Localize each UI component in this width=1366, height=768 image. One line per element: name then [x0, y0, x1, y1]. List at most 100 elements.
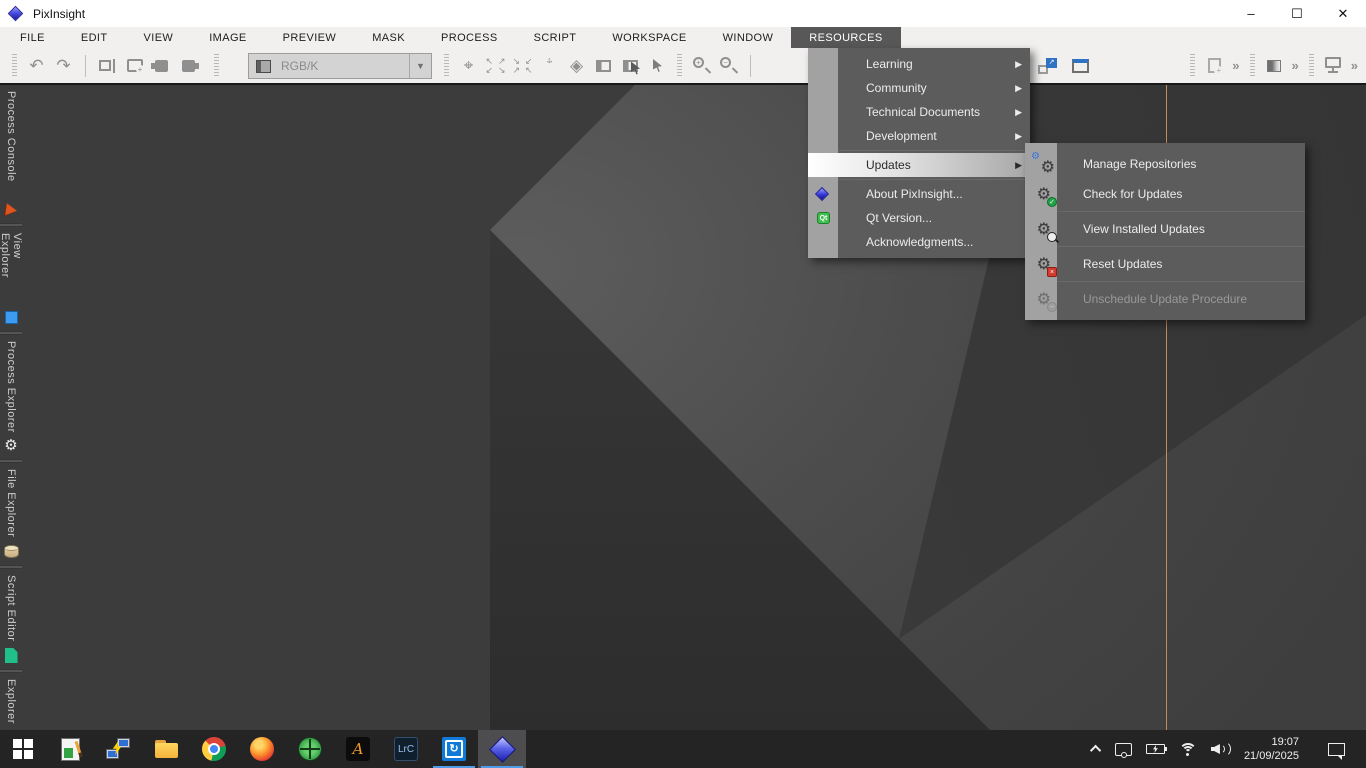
new-window-icon[interactable]: +	[121, 53, 148, 79]
taskbar-app-file-explorer[interactable]	[142, 730, 190, 768]
taskbar-app-remote-desktop[interactable]	[94, 730, 142, 768]
zoom-in-icon[interactable]: +	[688, 53, 715, 79]
astro-app-icon: A	[346, 737, 370, 761]
toolbar-grip[interactable]	[444, 54, 449, 78]
menu-item-label: Technical Documents	[866, 105, 980, 119]
dock-tab-process-console[interactable]: Process Console	[0, 85, 22, 223]
start-button[interactable]	[0, 730, 46, 768]
menu-item-development[interactable]: Development ▶	[808, 124, 1030, 148]
menubar-item-view[interactable]: VIEW	[126, 27, 192, 48]
menu-item-qt-version[interactable]: Qt Qt Version...	[808, 206, 1030, 230]
dock-tab-script-editor[interactable]: Script Editor	[0, 569, 22, 669]
zoom-to-fit-icon[interactable]: ↖↗ ↙↘	[482, 53, 509, 79]
menu-item-community[interactable]: Community ▶	[808, 76, 1030, 100]
unschedule-update-icon: ⚙ −	[1031, 287, 1055, 311]
duplicate-image-left-icon[interactable]	[148, 53, 175, 79]
menubar-item-script[interactable]: SCRIPT	[516, 27, 595, 48]
undo-icon[interactable]: ↶	[23, 53, 50, 79]
center-view-icon[interactable]: ◈	[563, 53, 590, 79]
toolbar-grip[interactable]	[214, 54, 219, 78]
mask-toolbar-icon[interactable]	[1261, 53, 1288, 79]
taskbar-app-firefox[interactable]	[238, 730, 286, 768]
new-instance-icon[interactable]: +	[1201, 53, 1228, 79]
menu-item-reset-updates[interactable]: ⚙ × Reset Updates	[1025, 249, 1305, 279]
menubar-item-mask[interactable]: MASK	[354, 27, 423, 48]
combobox-dropdown-icon[interactable]: ▼	[409, 54, 431, 78]
menubar-item-file[interactable]: FILE	[2, 27, 63, 48]
toolbar-grip[interactable]	[1190, 54, 1195, 78]
pointer-tool-icon[interactable]	[644, 53, 671, 79]
menu-item-acknowledgments[interactable]: Acknowledgments...	[808, 230, 1030, 254]
display-capture-icon[interactable]	[1108, 730, 1139, 768]
image-readout-icon[interactable]	[617, 53, 644, 79]
window-controls: – ☐ ✕	[1228, 0, 1366, 27]
duplicate-image-right-icon[interactable]	[175, 53, 202, 79]
pixinsight-taskbar-icon	[489, 736, 516, 763]
chrome-icon	[202, 737, 226, 761]
toolbar-overflow-chevron[interactable]: »	[1228, 58, 1243, 73]
menu-item-technical-documents[interactable]: Technical Documents ▶	[808, 100, 1030, 124]
menubar-item-edit[interactable]: EDIT	[63, 27, 126, 48]
taskbar-app-phd2[interactable]	[286, 730, 334, 768]
taskbar-app-astro[interactable]: A	[334, 730, 382, 768]
display-toolbar-icon[interactable]	[1320, 53, 1347, 79]
sync-app-icon: ↻	[442, 737, 466, 761]
close-button[interactable]: ✕	[1320, 0, 1366, 27]
menu-item-check-for-updates[interactable]: ⚙ ✓ Check for Updates	[1025, 179, 1305, 209]
dock-tab-label: Script Editor	[5, 569, 17, 645]
menubar-item-window[interactable]: WINDOW	[705, 27, 792, 48]
hidden-icons-chevron[interactable]	[1086, 730, 1108, 768]
menu-separator	[1057, 211, 1305, 212]
toolbar-overflow-chevron[interactable]: »	[1347, 58, 1362, 73]
taskbar-app-chrome[interactable]	[190, 730, 238, 768]
taskbar-app-lightroom[interactable]: LrC	[382, 730, 430, 768]
shrink-to-fit-icon[interactable]: ↘↙ ↗↖	[509, 53, 536, 79]
dock-separator	[0, 332, 22, 334]
fit-window-icon[interactable]	[1067, 53, 1094, 79]
dock-tab-process-explorer[interactable]: Process Explorer ⚙	[0, 335, 22, 459]
menu-item-label: View Installed Updates	[1083, 222, 1205, 236]
volume-icon[interactable]	[1204, 730, 1236, 768]
wifi-icon[interactable]	[1172, 730, 1204, 768]
menu-item-learning[interactable]: Learning ▶	[808, 52, 1030, 76]
restore-windows-icon[interactable]: ↗	[1034, 53, 1061, 79]
toolbar-grip[interactable]	[1309, 54, 1314, 78]
firefox-icon	[250, 737, 274, 761]
menubar-item-workspace[interactable]: WORKSPACE	[594, 27, 704, 48]
clock-date: 21/09/2025	[1244, 749, 1299, 763]
toolbar-grip[interactable]	[1250, 54, 1255, 78]
dock-tab-file-explorer[interactable]: File Explorer	[0, 463, 22, 565]
menu-item-unschedule-update-procedure: ⚙ − Unschedule Update Procedure	[1025, 284, 1305, 314]
redo-icon[interactable]: ↷	[50, 53, 77, 79]
toolbar-overflow-chevron[interactable]: »	[1288, 58, 1303, 73]
rename-view-icon[interactable]	[94, 53, 121, 79]
toolbar-grip[interactable]	[677, 54, 682, 78]
toolbar-grip[interactable]	[12, 54, 17, 78]
taskbar-app-notepad[interactable]	[46, 730, 94, 768]
pan-mode-icon[interactable]: ↔↕	[536, 53, 563, 79]
dock-tab-label: Explorer	[5, 673, 17, 730]
menubar-item-image[interactable]: IMAGE	[191, 27, 264, 48]
image-mode-icon[interactable]	[590, 53, 617, 79]
menu-item-manage-repositories[interactable]: ⚙⚙ Manage Repositories	[1025, 149, 1305, 179]
view-selector-combobox[interactable]: RGB/K ▼	[248, 53, 432, 79]
menu-item-updates[interactable]: Updates ▶	[808, 153, 1030, 177]
track-view-icon[interactable]: ⌖	[455, 53, 482, 79]
taskbar-app-pixinsight[interactable]	[478, 730, 526, 768]
taskbar-clock[interactable]: 19:07 21/09/2025	[1236, 730, 1307, 768]
dock-tab-view-explorer[interactable]: View Explorer	[0, 227, 22, 331]
menubar-item-preview[interactable]: PREVIEW	[265, 27, 355, 48]
menubar-item-resources[interactable]: RESOURCES	[791, 27, 900, 48]
system-tray: 19:07 21/09/2025	[1086, 730, 1366, 768]
taskbar-app-sync[interactable]: ↻	[430, 730, 478, 768]
maximize-button[interactable]: ☐	[1274, 0, 1320, 27]
battery-icon[interactable]	[1139, 730, 1172, 768]
dock-tab-explorer[interactable]: Explorer	[0, 673, 22, 730]
minimize-button[interactable]: –	[1228, 0, 1274, 27]
menubar-item-process[interactable]: PROCESS	[423, 27, 516, 48]
menu-item-about-pixinsight[interactable]: About PixInsight...	[808, 182, 1030, 206]
desktop: PixInsight – ☐ ✕ FILE EDIT VIEW IMAGE PR…	[0, 0, 1366, 768]
menu-item-view-installed-updates[interactable]: ⚙ View Installed Updates	[1025, 214, 1305, 244]
action-center-icon[interactable]	[1321, 730, 1352, 768]
zoom-out-icon[interactable]: −	[715, 53, 742, 79]
